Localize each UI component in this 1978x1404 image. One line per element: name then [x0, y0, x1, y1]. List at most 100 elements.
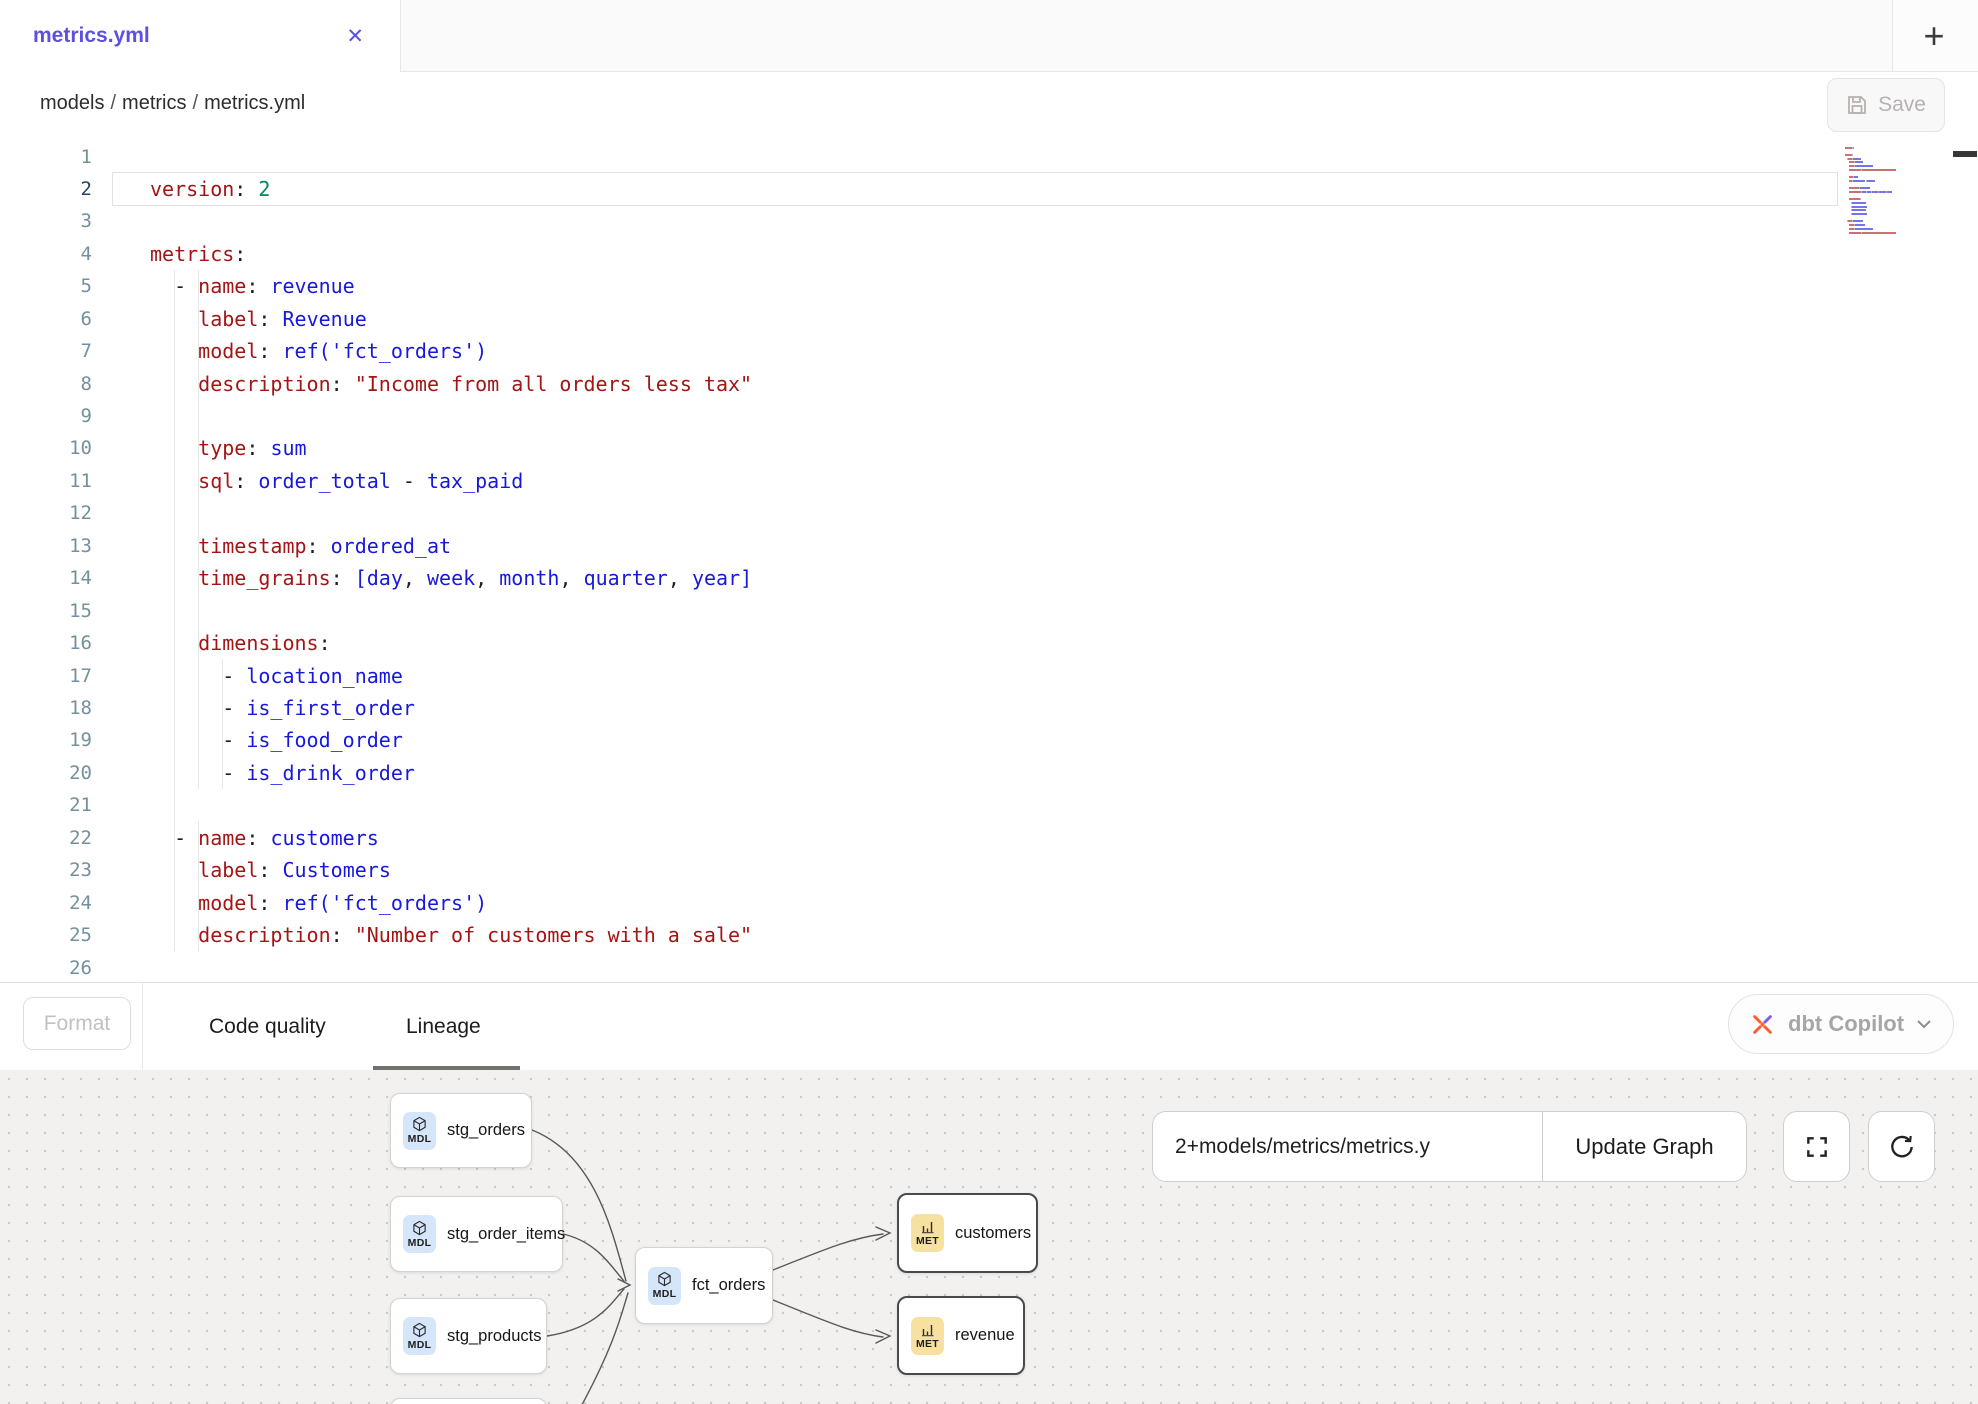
- code-line[interactable]: 20 - is_drink_order: [0, 756, 1978, 789]
- update-graph-button[interactable]: Update Graph: [1543, 1112, 1746, 1181]
- fullscreen-button[interactable]: [1783, 1111, 1850, 1182]
- floppy-disk-icon: [1846, 94, 1868, 116]
- code-line[interactable]: 17 - location_name: [0, 659, 1978, 692]
- line-number: 15: [0, 600, 92, 622]
- code-line[interactable]: 14 time_grains: [day, week, month, quart…: [0, 562, 1978, 595]
- line-number: 19: [0, 729, 92, 751]
- cube-icon: [412, 1220, 427, 1236]
- code-line[interactable]: 25 description: "Number of customers wit…: [0, 919, 1978, 952]
- new-tab-button[interactable]: +: [1910, 18, 1958, 56]
- code-text: description: "Income from all orders les…: [92, 372, 752, 396]
- bar-chart-icon: [921, 1322, 935, 1337]
- code-line[interactable]: 9: [0, 400, 1978, 433]
- lineage-node-customers[interactable]: MET customers: [897, 1193, 1038, 1273]
- tab-lineage[interactable]: Lineage: [406, 983, 481, 1071]
- breadcrumb-item[interactable]: metrics.yml: [204, 92, 305, 114]
- code-line[interactable]: 7 model: ref('fct_orders'): [0, 335, 1978, 368]
- code-line[interactable]: 23 label: Customers: [0, 854, 1978, 887]
- code-line[interactable]: 21: [0, 789, 1978, 822]
- line-number: 24: [0, 892, 92, 914]
- badge-label: MET: [916, 1338, 939, 1350]
- badge-label: MDL: [408, 1339, 432, 1351]
- code-text: version: 2: [92, 177, 270, 201]
- dbt-copilot-button[interactable]: dbt Copilot: [1728, 994, 1954, 1054]
- lineage-node-stg_orders[interactable]: MDLstg_orders: [390, 1093, 532, 1168]
- code-line[interactable]: 26: [0, 951, 1978, 982]
- minimap[interactable]: [1845, 143, 1951, 239]
- code-text: dimensions:: [92, 631, 331, 655]
- graph-controls: Update Graph: [1152, 1111, 1747, 1182]
- code-text: - location_name: [92, 664, 403, 688]
- code-line[interactable]: 1: [0, 140, 1978, 173]
- breadcrumb-separator: /: [104, 92, 122, 114]
- node-label: customers: [955, 1224, 1031, 1243]
- tab-title: metrics.yml: [33, 24, 150, 48]
- fullscreen-icon: [1804, 1134, 1830, 1160]
- code-line[interactable]: 16 dimensions:: [0, 627, 1978, 660]
- breadcrumb-separator: /: [187, 92, 205, 114]
- node-label: stg_order_items: [447, 1225, 565, 1244]
- code-editor[interactable]: 12version: 234metrics:5 - name: revenue6…: [0, 139, 1978, 982]
- lineage-node-revenue[interactable]: METrevenue: [897, 1296, 1025, 1375]
- lineage-node-partial_node[interactable]: [390, 1398, 547, 1404]
- line-number: 16: [0, 632, 92, 654]
- close-icon[interactable]: ✕: [346, 24, 364, 49]
- breadcrumb-item[interactable]: models: [40, 92, 104, 114]
- code-line[interactable]: 24 model: ref('fct_orders'): [0, 886, 1978, 919]
- line-number: 18: [0, 697, 92, 719]
- code-line[interactable]: 8 description: "Income from all orders l…: [0, 367, 1978, 400]
- scrollbar-marker[interactable]: [1953, 151, 1977, 157]
- tab-code-quality[interactable]: Code quality: [209, 983, 326, 1071]
- code-line[interactable]: 6 label: Revenue: [0, 302, 1978, 335]
- line-number: 22: [0, 827, 92, 849]
- code-line[interactable]: 3: [0, 205, 1978, 238]
- indent-guide: [174, 270, 175, 951]
- code-line[interactable]: 13 timestamp: ordered_at: [0, 529, 1978, 562]
- lineage-node-stg_products[interactable]: MDLstg_products: [390, 1298, 547, 1374]
- code-line[interactable]: 10 type: sum: [0, 432, 1978, 465]
- line-number: 7: [0, 340, 92, 362]
- tab-strip-empty: [400, 0, 1892, 72]
- tab-metrics-yml[interactable]: metrics.yml ✕: [0, 0, 400, 72]
- bottom-toolbar: Format Code quality Lineage dbt Copilot: [0, 982, 1978, 1070]
- line-number: 3: [0, 210, 92, 232]
- line-number: 8: [0, 373, 92, 395]
- tab-bar: metrics.yml ✕ +: [0, 0, 1978, 72]
- code-line[interactable]: 18 - is_first_order: [0, 691, 1978, 724]
- code-line[interactable]: 11 sql: order_total - tax_paid: [0, 464, 1978, 497]
- lineage-node-fct_orders[interactable]: MDLfct_orders: [635, 1247, 773, 1324]
- metric-badge: MET: [911, 1317, 944, 1355]
- dbt-logo-icon: [1749, 1011, 1776, 1038]
- save-button[interactable]: Save: [1827, 78, 1945, 132]
- model-badge: MDL: [403, 1317, 436, 1355]
- code-line[interactable]: 5 - name: revenue: [0, 270, 1978, 303]
- badge-label: MDL: [408, 1237, 432, 1249]
- code-line[interactable]: 2version: 2: [0, 172, 1978, 205]
- code-text: - name: revenue: [92, 274, 355, 298]
- cube-icon: [412, 1116, 427, 1132]
- code-line[interactable]: 12: [0, 497, 1978, 530]
- code-line[interactable]: 15: [0, 594, 1978, 627]
- breadcrumb-item[interactable]: metrics: [122, 92, 186, 114]
- badge-label: MDL: [653, 1288, 677, 1300]
- chevron-down-icon: [1916, 1019, 1932, 1029]
- line-number: 2: [0, 178, 92, 200]
- line-number: 23: [0, 859, 92, 881]
- model-selector-input[interactable]: [1153, 1112, 1543, 1181]
- cube-icon: [657, 1271, 672, 1287]
- refresh-button[interactable]: [1868, 1111, 1935, 1182]
- metric-badge: MET: [911, 1214, 944, 1252]
- model-badge: MDL: [648, 1267, 681, 1305]
- code-text: - name: customers: [92, 826, 379, 850]
- toolbar-divider: [142, 983, 143, 1071]
- code-line[interactable]: 4metrics:: [0, 237, 1978, 270]
- code-line[interactable]: 22 - name: customers: [0, 821, 1978, 854]
- code-line[interactable]: 19 - is_food_order: [0, 724, 1978, 757]
- line-number: 13: [0, 535, 92, 557]
- indent-guide: [222, 659, 223, 789]
- format-button[interactable]: Format: [23, 997, 131, 1050]
- lineage-node-stg_order_items[interactable]: MDL stg_order_items: [390, 1196, 563, 1272]
- ide-root: metrics.yml ✕ + models/metrics/metrics.y…: [0, 0, 1978, 1404]
- code-text: type: sum: [92, 436, 307, 460]
- line-number: 12: [0, 502, 92, 524]
